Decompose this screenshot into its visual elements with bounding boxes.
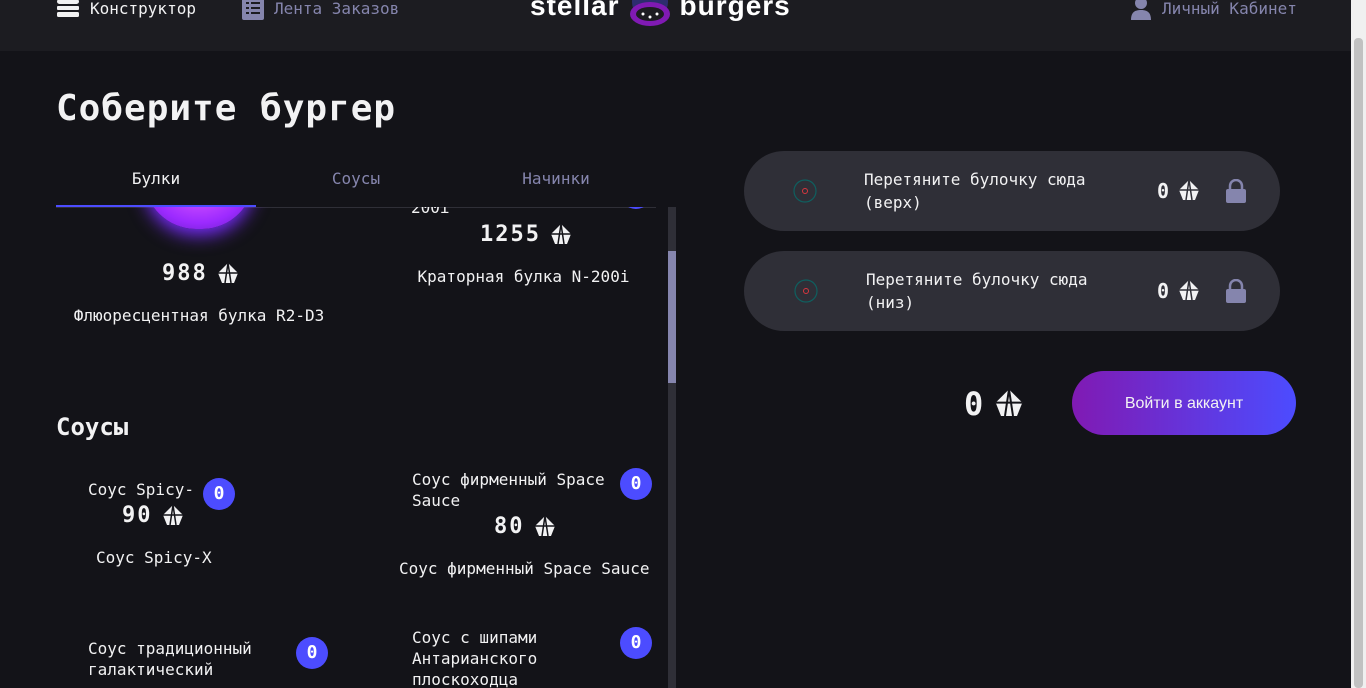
currency-icon xyxy=(162,504,183,525)
bun-slot-top[interactable]: Перетяните булочку сюда (верх) 0 xyxy=(744,151,1280,231)
lock-icon xyxy=(1226,179,1246,203)
sauces-heading: Соусы xyxy=(56,413,129,441)
sauce-counter-antarian: 0 xyxy=(620,627,652,659)
bun-image-r2d3[interactable] xyxy=(144,207,254,229)
bun-slot-bottom-text: Перетяните булочку сюда (низ) xyxy=(866,270,1088,312)
sauce-image-galactic[interactable]: Соус традиционный галактический xyxy=(88,638,278,680)
ingredients-scrollbar[interactable] xyxy=(668,207,676,688)
sauce-counter-space: 0 xyxy=(620,468,652,500)
burger-icon xyxy=(57,0,79,17)
sauce-image-antarian[interactable]: Соус с шипами Антарианского плоскоходца xyxy=(412,627,572,688)
logo-text-left: stellar xyxy=(530,0,620,21)
currency-icon xyxy=(1179,179,1200,201)
bun-slot-bottom-price: 0 xyxy=(1157,279,1201,303)
ingredients-scrollbar-thumb[interactable] xyxy=(668,251,676,383)
order-total: 0 xyxy=(964,385,1025,423)
bun-price-r2d3: 988 xyxy=(162,261,240,286)
sauce-name-spicy: Соус Spicy-X xyxy=(96,548,212,567)
nav-profile[interactable]: Личный Кабинет xyxy=(1130,0,1297,20)
logo-text-right: burgers xyxy=(679,0,791,21)
currency-icon xyxy=(217,262,238,283)
sauce-counter-galactic: 0 xyxy=(296,637,328,669)
page-scrollbar-thumb[interactable] xyxy=(1354,38,1363,688)
list-icon xyxy=(242,0,264,20)
bun-image-n200i[interactable]: 200i xyxy=(411,207,450,218)
bun-slot-bottom[interactable]: Перетяните булочку сюда (низ) 0 xyxy=(744,251,1280,331)
currency-icon xyxy=(534,515,555,536)
sauce-price-value: 90 xyxy=(122,503,153,528)
currency-icon xyxy=(995,389,1023,417)
sauce-price-value: 80 xyxy=(494,514,525,539)
tab-fillings[interactable]: Начинки xyxy=(456,152,656,207)
logo-planet-icon xyxy=(629,0,670,26)
bun-slot-top-price: 0 xyxy=(1157,179,1201,203)
slot-placeholder-icon xyxy=(793,179,817,203)
nav-order-feed[interactable]: Лента Заказов xyxy=(242,0,399,20)
sauce-price-space: 80 xyxy=(494,514,557,539)
login-button[interactable]: Войти в аккаунт xyxy=(1072,371,1296,435)
bun-counter-n200i xyxy=(620,207,652,209)
currency-icon xyxy=(1179,279,1200,301)
currency-icon xyxy=(550,223,571,244)
page-title: Соберите бургер xyxy=(56,88,397,129)
order-total-value: 0 xyxy=(964,385,984,423)
ingredients-list[interactable]: 200i 988 Флюоресцентная булка R2-D3 1255… xyxy=(56,207,676,688)
nav-order-feed-label: Лента Заказов xyxy=(274,0,400,18)
app-header: Конструктор Лента Заказов stellar burger… xyxy=(0,0,1351,51)
sauce-price-spicy: 90 xyxy=(122,503,185,528)
slot-price-value: 0 xyxy=(1157,179,1170,203)
sauce-counter-spicy: 0 xyxy=(203,478,235,510)
bun-name-r2d3: Флюоресцентная булка R2-D3 xyxy=(73,306,325,325)
tab-sauces[interactable]: Соусы xyxy=(256,152,456,207)
sauce-image-space[interactable]: Соус фирменный Space Sauce xyxy=(412,469,627,511)
bun-price-value: 988 xyxy=(162,261,208,286)
nav-profile-label: Личный Кабинет xyxy=(1162,0,1297,18)
sauce-image-spicy[interactable]: Соус Spicy- xyxy=(88,479,194,500)
bun-price-n200i: 1255 xyxy=(480,222,573,247)
logo[interactable]: stellar burgers xyxy=(530,0,791,30)
bun-name-n200i: Краторная булка N-200i xyxy=(417,267,630,286)
profile-icon xyxy=(1131,0,1151,20)
ingredient-tabs: Булки Соусы Начинки xyxy=(56,152,656,208)
lock-icon xyxy=(1226,279,1246,303)
nav-constructor[interactable]: Конструктор xyxy=(56,0,196,20)
slot-placeholder-icon xyxy=(794,279,818,303)
sauce-name-space: Соус фирменный Space Sauce xyxy=(399,559,650,578)
page-scrollbar[interactable] xyxy=(1351,0,1366,688)
nav-constructor-label: Конструктор xyxy=(90,0,196,18)
bun-price-value: 1255 xyxy=(480,222,541,247)
slot-price-value: 0 xyxy=(1157,279,1170,303)
bun-slot-top-text: Перетяните булочку сюда (верх) xyxy=(864,170,1086,212)
tab-buns[interactable]: Булки xyxy=(56,152,256,207)
